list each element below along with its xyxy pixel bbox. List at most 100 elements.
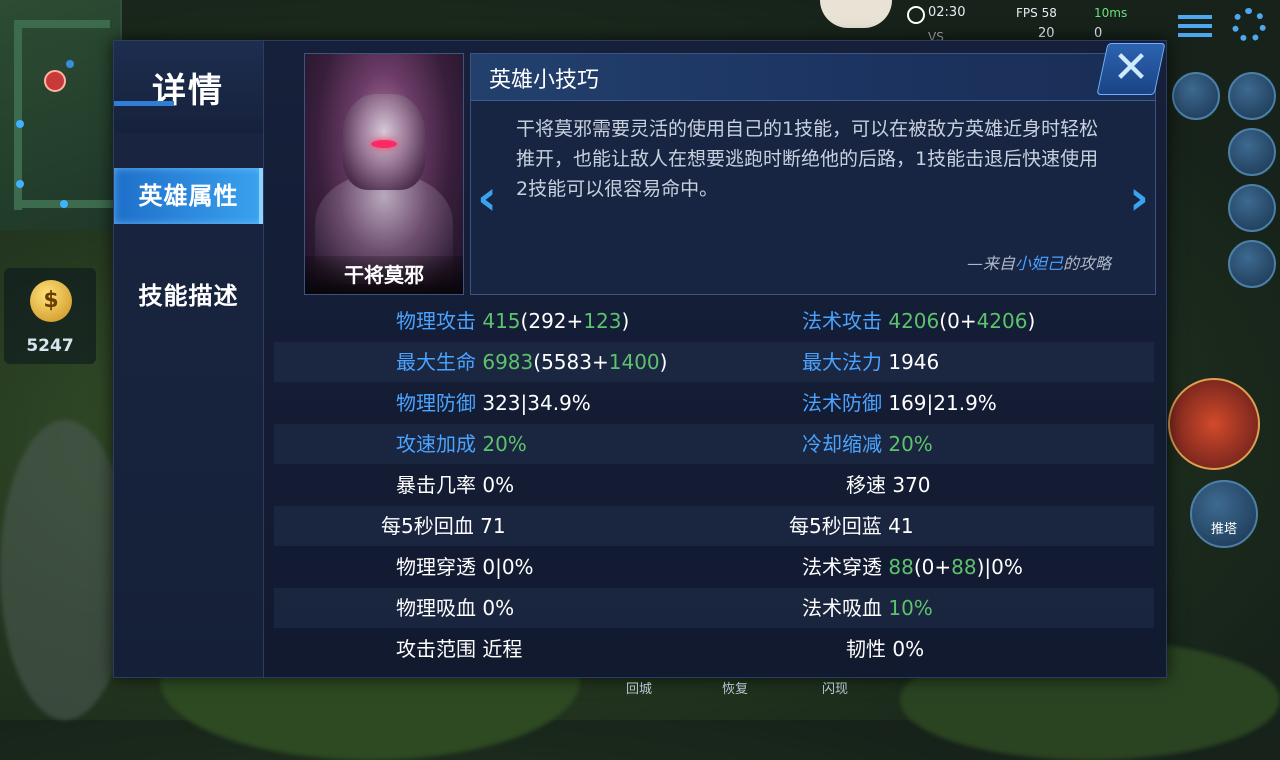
stat-label: 每5秒回血 xyxy=(381,514,474,538)
stat-row: 攻击范围 近程 韧性 0% xyxy=(274,629,1154,669)
stat-label: 韧性 xyxy=(846,637,886,661)
summoner-skill-icon[interactable] xyxy=(1168,378,1260,470)
stat-hp-regen: 每5秒回血 71 xyxy=(381,506,506,546)
fps-readout: FPS 58 xyxy=(1016,6,1057,20)
menu-icon[interactable] xyxy=(1178,12,1212,40)
title-accent xyxy=(114,101,174,106)
stat-value: 0|0% xyxy=(482,555,534,579)
stat-percent: |0% xyxy=(984,555,1023,579)
stat-label: 法术防御 xyxy=(802,391,882,415)
stat-label: 物理穿透 xyxy=(396,555,476,579)
sword-icon[interactable] xyxy=(1228,72,1276,120)
tab-skill-description[interactable]: 技能描述 xyxy=(114,268,263,324)
stat-row: 物理吸血 0% 法术吸血 10% xyxy=(274,588,1154,628)
close-button[interactable]: ✕ xyxy=(1096,42,1166,95)
stat-label: 攻速加成 xyxy=(396,432,476,456)
tips-header: 英雄小技巧 xyxy=(471,54,1155,101)
hero-figure-eye xyxy=(371,140,397,148)
gold-amount: 5247 xyxy=(26,336,74,356)
chevron-left-icon[interactable]: ‹ xyxy=(475,172,499,224)
stat-base: 0 xyxy=(947,309,960,333)
chevron-right-icon[interactable]: › xyxy=(1127,172,1151,224)
stat-label: 法术穿透 xyxy=(802,555,882,579)
chat-icon[interactable] xyxy=(1228,240,1276,288)
kill-score-right: 0 xyxy=(1094,26,1103,41)
stat-base: 5583 xyxy=(541,350,592,374)
stat-label: 每5秒回蓝 xyxy=(789,514,882,538)
stat-base: 0 xyxy=(921,555,935,579)
stat-max-hp: 最大生命 6983(5583+1400) xyxy=(396,350,668,374)
stat-value: 1946 xyxy=(888,350,940,374)
ping-readout: 10ms xyxy=(1094,6,1128,20)
shield-icon[interactable] xyxy=(1228,128,1276,176)
tips-credit-prefix: —来自 xyxy=(966,254,1015,273)
stone-path xyxy=(0,420,130,720)
stat-magic-attack: 法术攻击 4206(0+4206) xyxy=(802,309,1036,333)
stat-value: 323|34.9% xyxy=(482,391,591,415)
tips-text: 干将莫邪需要灵活的使用自己的1技能，可以在被敌方英雄近身时轻松推开，也能让敌人在… xyxy=(516,118,1099,200)
restore-label: 恢复 xyxy=(722,682,749,697)
stat-row: 暴击几率 0% 移速 370 xyxy=(274,465,1154,505)
hero-tips-panel: 英雄小技巧 ‹ 干将莫邪需要灵活的使用自己的1技能，可以在被敌方英雄近身时轻松推… xyxy=(470,53,1156,295)
gold-shop-button[interactable]: $ 5247 xyxy=(4,268,96,364)
stat-tenacity: 韧性 0% xyxy=(846,629,924,669)
stat-cooldown-reduction: 冷却缩减 20% xyxy=(802,424,933,464)
stat-row: 物理攻击 415(292+123) 法术攻击 4206(0+4206) xyxy=(274,301,1154,341)
stat-row: 物理穿透 0|0% 法术穿透 88(0+88)|0% xyxy=(274,547,1154,587)
close-icon: ✕ xyxy=(1112,42,1150,93)
stat-label: 最大生命 xyxy=(396,350,476,374)
stat-value: 169|21.9% xyxy=(888,391,997,415)
stat-label: 移速 xyxy=(846,473,886,497)
stat-label: 冷却缩减 xyxy=(802,432,882,456)
stat-value: 20% xyxy=(482,432,527,456)
stat-row: 物理防御 323|34.9% 法术防御 169|21.9% xyxy=(274,383,1154,423)
stat-value: 0% xyxy=(482,473,515,497)
dialog-title-block: 详情 xyxy=(114,41,263,133)
hero-portrait: 干将莫邪 xyxy=(304,53,464,295)
minimap-tower-marker xyxy=(16,180,24,188)
tips-credit-suffix: 的攻略 xyxy=(1062,254,1111,273)
stat-label: 攻击范围 xyxy=(396,637,476,661)
recall-label: 回城 xyxy=(626,682,653,697)
stat-value: 20% xyxy=(888,432,933,456)
gold-coin-icon: $ xyxy=(30,280,72,322)
push-tower-button[interactable]: 推塔 xyxy=(1190,480,1258,548)
tips-title: 英雄小技巧 xyxy=(489,68,600,93)
stat-attack-range: 攻击范围 近程 xyxy=(396,629,522,669)
stat-value: 71 xyxy=(480,514,506,538)
stat-value: 370 xyxy=(892,473,931,497)
stat-row: 每5秒回血 71 每5秒回蓝 41 xyxy=(274,506,1154,546)
pause-icon[interactable] xyxy=(1172,72,1220,120)
flash-label: 闪现 xyxy=(822,682,849,697)
tab-hero-attributes[interactable]: 英雄属性 xyxy=(114,168,263,224)
stat-physical-attack: 物理攻击 415(292+123) xyxy=(396,309,630,333)
stat-label: 暴击几率 xyxy=(396,473,476,497)
details-dialog: 详情 英雄属性 技能描述 干将莫邪 英雄小技巧 ‹ 干将莫邪需要灵活的使用自己的… xyxy=(113,40,1167,678)
stat-physical-penetration: 物理穿透 0|0% xyxy=(396,547,534,587)
stat-value: 0% xyxy=(892,637,925,661)
stat-magic-penetration: 法术穿透 88(0+88)|0% xyxy=(802,555,1023,579)
stat-bonus: 1400 xyxy=(608,350,660,374)
stat-max-mana: 最大法力 1946 xyxy=(802,342,939,382)
top-hud: 02:30 VS FPS 58 10ms 20 0 xyxy=(0,0,1280,44)
push-tower-label: 推塔 xyxy=(1210,522,1237,537)
stat-crit-chance: 暴击几率 0% xyxy=(396,465,514,505)
stat-value: 0% xyxy=(482,596,515,620)
flag-icon[interactable] xyxy=(1228,184,1276,232)
hero-stats-table: 物理攻击 415(292+123) 法术攻击 4206(0+4206) 最大生命… xyxy=(274,301,1154,671)
kill-score-left: 20 xyxy=(1038,26,1055,41)
stat-magic-defense: 法术防御 169|21.9% xyxy=(802,383,997,423)
tips-credit-author[interactable]: 小妲己 xyxy=(1015,254,1063,273)
stat-label: 法术攻击 xyxy=(802,309,882,333)
stat-row: 攻速加成 20% 冷却缩减 20% xyxy=(274,424,1154,464)
stat-spell-vamp: 法术吸血 10% xyxy=(802,588,933,628)
stat-physical-defense: 物理防御 323|34.9% xyxy=(396,383,591,423)
stat-lifesteal: 物理吸血 0% xyxy=(396,588,514,628)
match-timer: 02:30 xyxy=(928,5,966,20)
tab-skill-description-label: 技能描述 xyxy=(138,282,239,310)
settings-icon[interactable] xyxy=(1232,8,1266,42)
stat-base: 292 xyxy=(528,309,567,333)
minimap-tower-marker xyxy=(16,120,24,128)
stat-total: 415 xyxy=(482,309,521,333)
stat-label: 法术吸血 xyxy=(802,596,882,620)
